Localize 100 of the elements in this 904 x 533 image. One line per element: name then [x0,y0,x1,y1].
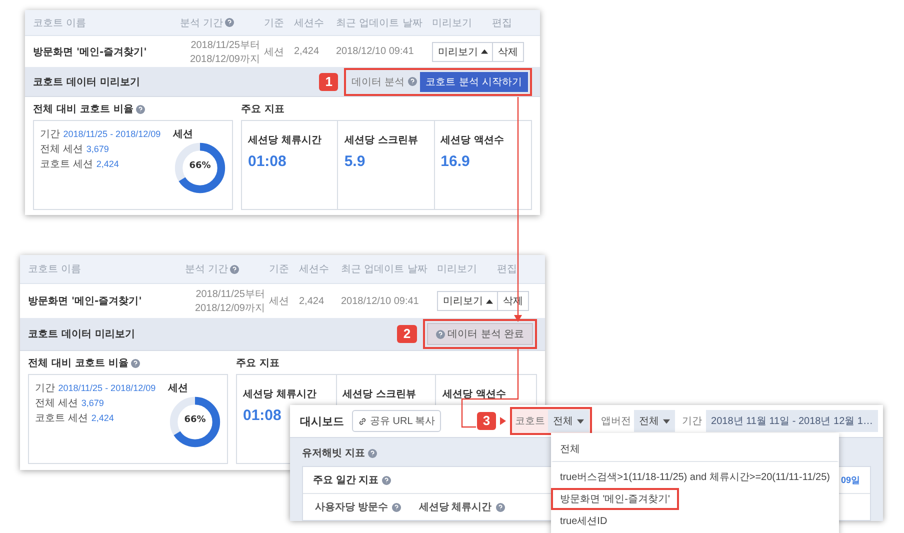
column-header: 최근 업데이트 날짜 [336,16,422,30]
stat-value: 3,679 [81,398,104,408]
help-icon [382,476,391,484]
table-cell-text: 세션 [264,46,285,59]
metric-label: 세션당 액션수 [442,388,507,401]
metric-label: 세션당 스크린뷰 [344,134,419,147]
metric-label: 사용자당 방문수 [315,501,388,514]
filter-label: 앱버전 [601,415,632,428]
section-title: 코호트 데이터 미리보기 [28,328,135,341]
caret-down-icon [663,418,670,424]
preview-button[interactable]: 미리보기 [437,291,499,311]
column-header: 세션수 [299,263,329,276]
table-cell-text: 2,424 [294,46,320,58]
help-icon [496,502,505,512]
chart-title: 세션 [173,128,193,141]
column-header: 편집 [497,263,517,276]
date-label: 09일 [840,474,860,486]
filter-label: 기간 [682,415,702,428]
help-icon [368,448,377,458]
column-header: 분석 기간 [180,16,224,30]
help-icon [136,104,146,114]
stat-value: 3,679 [86,144,109,154]
metric-label: 세션당 스크린뷰 [342,388,418,401]
help-icon [225,18,234,28]
column-header: 세션수 [294,16,324,30]
stat-label: 전체 세션 [40,144,84,155]
metric-label: 세션당 체류시간 [418,501,492,514]
column-header: 기준 [269,263,289,276]
caret-down-icon [577,418,584,424]
column-header: 편집 [492,16,512,30]
filter-label: 코호트 [515,415,546,428]
metrics-title: 주요 지표 [236,357,280,370]
table-cell-text: 2018/12/09까지 [190,52,260,66]
table-cell-text: 2,424 [299,296,326,306]
table-cell-text: 2018/12/10 09:41 [341,296,420,306]
stat-value: 2,424 [96,159,119,169]
table-cell-text: 2018/11/25부터 [190,38,260,52]
ratio-title: 전체 대비 코호트 비율 [28,357,128,370]
dashboard-title: 대시보드 [300,414,344,428]
copy-url-button[interactable]: 공유 URL 복사 [352,410,442,432]
delete-button[interactable]: 삭제 [492,42,524,62]
donut-chart [168,395,222,449]
menu-item[interactable]: 방문화면 '메인-즐겨찾기' [550,488,679,510]
column-header: 미리보기 [432,16,472,30]
column-header: 미리보기 [437,263,477,276]
metric-label: 세션당 체류시간 [248,134,322,147]
start-analysis-button[interactable]: 코호트 분석 시작하기 [420,72,528,92]
table-cell-text: 2018/12/09까지 [194,302,265,315]
caret-up-icon [481,49,488,54]
stat-value: 2018/11/25 - 2018/12/09 [58,383,156,393]
percent-label: 66% [188,161,212,171]
section-title: 코호트 데이터 미리보기 [33,76,140,89]
column-header: 최근 업데이트 날짜 [341,263,428,276]
metric-value: 5.9 [344,153,366,170]
column-header: 코호트 이름 [28,263,82,276]
filter-dropdown[interactable]: 전체 [634,410,676,432]
stat-label: 코호트 세션 [35,413,88,424]
chart-title: 세션 [168,382,188,395]
step-badge: 1 [319,72,338,91]
table-cell-text: 세션 [269,295,290,308]
analysis-complete-button[interactable]: 데이터 분석 완료 [426,323,533,345]
stat-value: 2018/11/25 - 2018/12/09 [63,129,161,139]
caret-up-icon [486,298,493,304]
help-icon [392,502,401,512]
stat-label: 전체 세션 [35,398,78,409]
stat-label: 기간 [40,129,60,140]
percent-label: 66% [183,415,207,425]
ratio-title: 전체 대비 코호트 비율 [33,103,134,116]
help-icon [408,77,417,86]
preview-button[interactable]: 미리보기 [432,42,494,62]
date-range-field[interactable]: 2018년 11월 11일 - 2018년 12월 1… [706,410,878,432]
stat-label: 코호트 세션 [40,159,94,170]
menu-item[interactable]: true세션ID [550,510,616,532]
menu-item[interactable]: true버스검색>1(11/18-11/25) and 체류시간>=20(11/11-11/25) [550,466,839,488]
table-cell-text: 방문화면 '메인-즐겨찾기' [33,46,148,59]
table-cell-text: 방문화면 '메인-즐겨찾기' [28,295,143,308]
stat-label: 기간 [35,383,55,394]
column-header: 분석 기간 [185,263,228,276]
metrics-title: 주요 지표 [241,103,284,116]
metric-value: 01:08 [248,153,288,170]
help-icon [436,330,445,338]
step-badge: 2 [397,325,417,343]
donut-chart [173,141,227,195]
action-label: 데이터 분석 [350,76,405,89]
card-title: 주요 일간 지표 [313,474,379,487]
help-icon [131,358,140,368]
section-title: 유저해빗 지표 [302,447,365,460]
column-header: 코호트 이름 [33,16,86,30]
menu-item[interactable]: 전체 [550,435,839,462]
help-icon [230,264,240,274]
pointer-arrow-icon [500,417,506,425]
metric-value: 16.9 [440,153,471,170]
link-icon [358,416,367,426]
stat-value: 2,424 [91,413,114,423]
metric-label: 세션당 체류시간 [243,388,318,401]
step-badge: 3 [476,412,496,430]
table-cell-text: 2018/12/10 09:41 [336,46,415,58]
column-header: 기준 [264,16,284,30]
filter-dropdown[interactable]: 전체 [548,410,590,432]
table-cell-text: 2018/11/25부터 [196,288,265,301]
